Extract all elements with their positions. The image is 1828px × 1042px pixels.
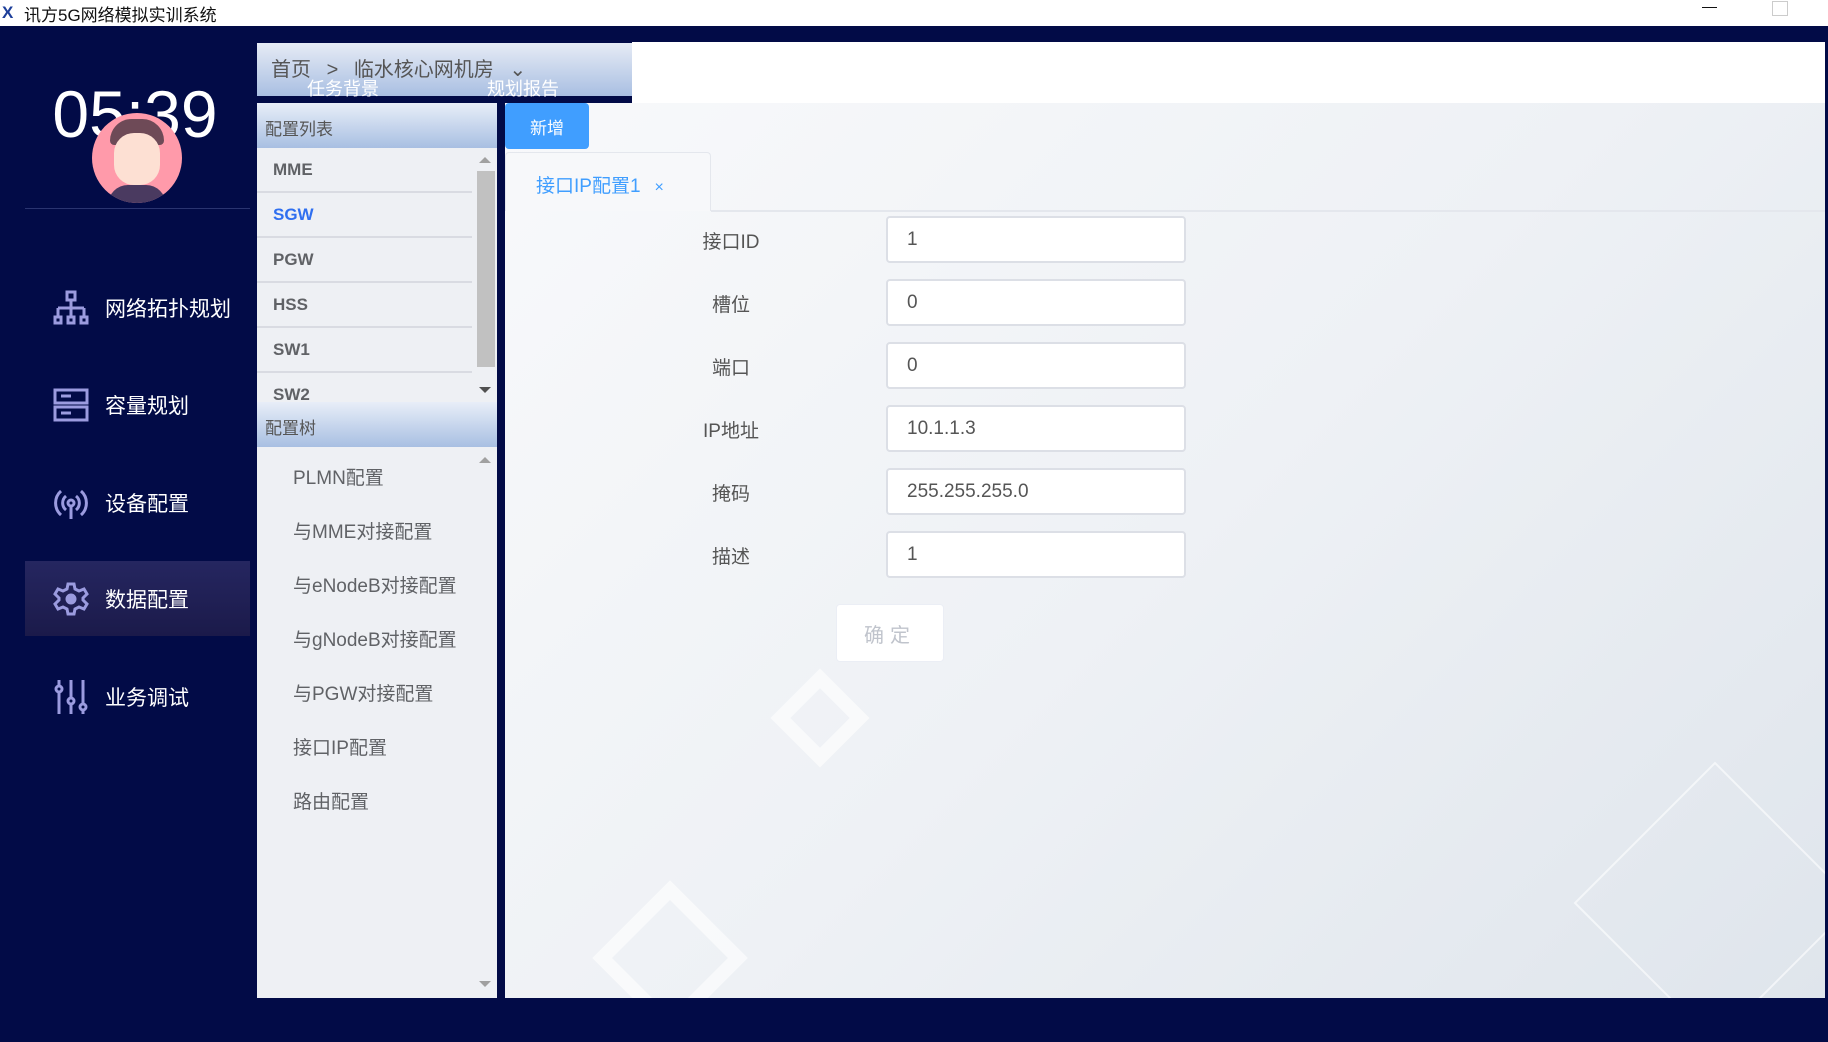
tree-item[interactable]: 与PGW对接配置 (293, 679, 433, 706)
interface-id-input[interactable] (886, 216, 1186, 263)
mask-input[interactable] (886, 468, 1186, 515)
nav-item-service-debug[interactable]: 业务调试 (25, 659, 250, 734)
header-area (632, 42, 1825, 103)
tab-divider (711, 210, 1825, 212)
nav-label: 业务调试 (105, 686, 189, 710)
tree-scroll-down-icon[interactable] (479, 981, 491, 987)
list-item-sw1[interactable]: SW1 (257, 328, 472, 373)
divider (25, 208, 250, 209)
nav-label: 数据配置 (105, 588, 189, 612)
task-background-button[interactable]: 任务背景 (307, 75, 379, 101)
ip-address-input[interactable] (886, 405, 1186, 452)
list-item-sgw[interactable]: SGW (257, 193, 472, 238)
field-label-mask: 掩码 (711, 484, 750, 505)
breadcrumb: 首页 > 临水核心网机房 ⌄ 任务背景 规划报告 (257, 43, 632, 99)
confirm-button[interactable]: 确定 (836, 604, 944, 662)
nav-item-capacity[interactable]: 容量规划 (25, 367, 250, 442)
field-label-interface-id: 接口ID (702, 232, 760, 253)
tab-interface-ip-config[interactable]: 接口IP配置1 × (505, 152, 711, 211)
tree-scroll-up-icon[interactable] (479, 457, 491, 463)
avatar[interactable] (92, 113, 182, 203)
list-item-pgw[interactable]: PGW (257, 238, 472, 283)
nav-label: 容量规划 (105, 394, 189, 418)
background-decoration (770, 668, 870, 768)
gear-icon (53, 582, 89, 615)
tree-item[interactable]: PLMN配置 (293, 463, 384, 490)
sliders-icon (54, 679, 88, 714)
tab-label: 接口IP配置1 (536, 176, 641, 197)
scroll-up-icon[interactable] (479, 157, 491, 163)
port-input[interactable] (886, 342, 1186, 389)
nav-item-data-config[interactable]: 数据配置 (25, 561, 250, 636)
minimize-button[interactable] (1690, 0, 1730, 26)
nav-label: 网络拓扑规划 (105, 297, 231, 321)
config-tree-header: 配置树 (257, 402, 497, 447)
topology-icon (53, 290, 89, 324)
close-icon[interactable]: × (655, 179, 664, 196)
app-logo-icon: X (2, 3, 14, 22)
tree-item[interactable]: 路由配置 (293, 787, 369, 814)
main-content: 新增 接口IP配置1 × 接口ID 槽位 端口 IP地址 掩码 描述 确定 (505, 103, 1825, 998)
add-button[interactable]: 新增 (505, 103, 589, 149)
slot-input[interactable] (886, 279, 1186, 326)
nav-label: 设备配置 (105, 492, 189, 516)
tree-item[interactable]: 接口IP配置 (293, 733, 387, 760)
server-icon (53, 388, 89, 421)
description-input[interactable] (886, 531, 1186, 578)
window-title: 讯方5G网络模拟实训系统 (24, 5, 217, 25)
config-list-header: 配置列表 (257, 103, 497, 148)
field-label-description: 描述 (711, 547, 750, 568)
scroll-down-icon[interactable] (479, 387, 491, 393)
field-label-ip: IP地址 (703, 421, 759, 442)
left-panel: 配置列表 MME SGW PGW HSS SW1 SW2 配置树 PLMN配置 … (257, 103, 497, 998)
breadcrumb-home[interactable]: 首页 (271, 59, 311, 81)
background-decoration (1573, 761, 1825, 998)
list-scrollbar[interactable] (477, 171, 495, 367)
window-titlebar: X 讯方5G网络模拟实训系统 (0, 0, 1828, 26)
nav-item-device-config[interactable]: 设备配置 (25, 465, 250, 540)
nav-item-topology[interactable]: 网络拓扑规划 (25, 270, 250, 345)
field-label-port: 端口 (711, 358, 750, 379)
field-label-slot: 槽位 (711, 295, 750, 316)
tree-item[interactable]: 与eNodeB对接配置 (293, 571, 457, 598)
signal-icon (54, 489, 88, 519)
maximize-button[interactable] (1760, 0, 1800, 26)
list-item-mme[interactable]: MME (257, 148, 472, 193)
sidebar: 05:39 网络拓扑规划 容量规划 设备配置 数据配置 业务调试 (0, 26, 257, 1042)
tree-item[interactable]: 与gNodeB对接配置 (293, 625, 457, 652)
background-decoration (592, 880, 748, 998)
planning-report-button[interactable]: 规划报告 (487, 75, 559, 101)
tree-item[interactable]: 与MME对接配置 (293, 517, 432, 544)
list-item-hss[interactable]: HSS (257, 283, 472, 328)
